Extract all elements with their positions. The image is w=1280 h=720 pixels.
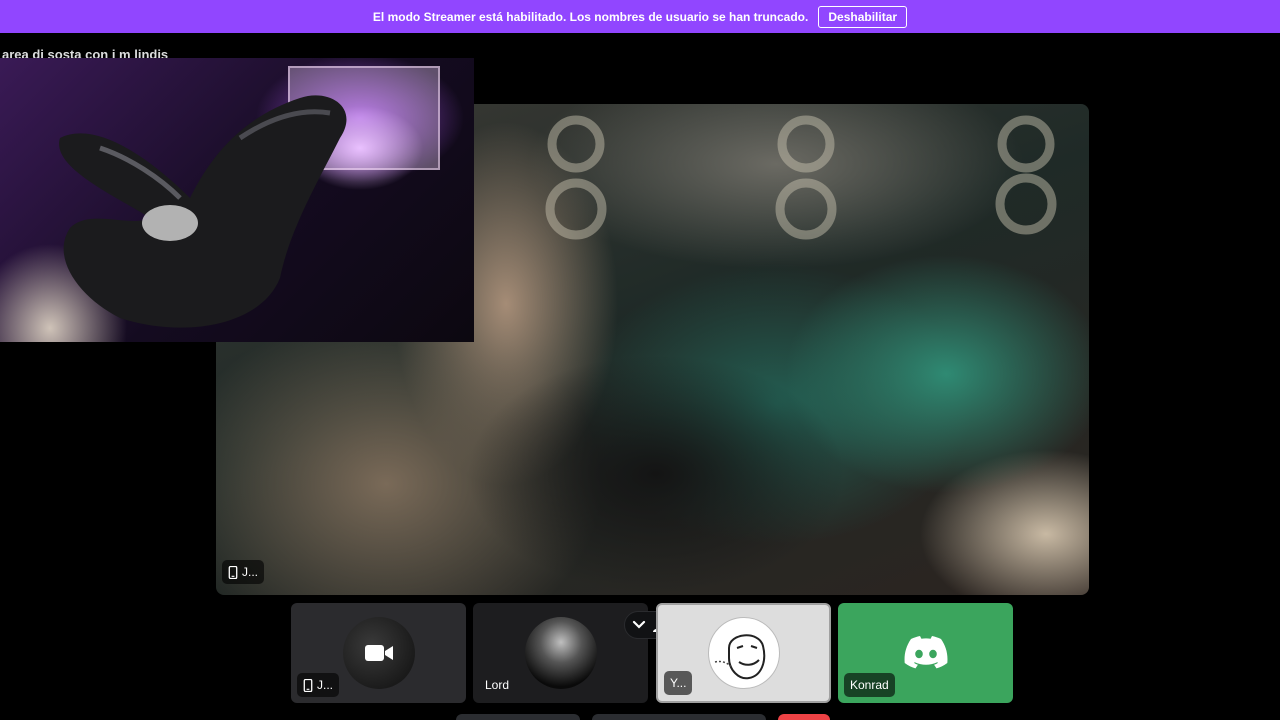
- control-button-partial[interactable]: [456, 714, 580, 720]
- chevron-down-icon: [632, 620, 646, 629]
- participant-name-tag: Lord: [479, 673, 515, 697]
- participant-name-tag: Y...: [664, 671, 693, 695]
- participant-tile-1[interactable]: J...: [291, 603, 466, 703]
- participant-name: J...: [317, 678, 334, 692]
- participant-name: Lord: [485, 678, 510, 692]
- stage-user-tag: J...: [222, 560, 265, 584]
- participant-avatar: [707, 617, 780, 689]
- participant-name: Y...: [670, 676, 687, 690]
- discord-logo-icon: [904, 636, 947, 669]
- picture-in-picture-stream[interactable]: [0, 58, 474, 342]
- participant-avatar: [890, 617, 962, 689]
- participant-name-tag: Konrad: [844, 673, 895, 697]
- gloved-hand-image: [59, 95, 347, 328]
- control-button-partial[interactable]: [592, 714, 766, 720]
- participant-name-tag: J...: [297, 673, 340, 697]
- participant-avatar: [524, 617, 597, 689]
- participant-tile-4[interactable]: Konrad: [838, 603, 1013, 703]
- fabric-pattern: [545, 115, 1057, 240]
- streamer-mode-banner: El modo Streamer está habilitado. Los no…: [0, 0, 1280, 33]
- meme-face-avatar-image: [714, 634, 765, 680]
- disconnect-button-partial[interactable]: [778, 714, 830, 720]
- dark-sleeve-shape: [466, 354, 846, 594]
- participant-tile-3[interactable]: Y...: [656, 603, 831, 703]
- participant-avatar: [342, 617, 415, 689]
- streamer-mode-message: El modo Streamer está habilitado. Los no…: [372, 9, 809, 24]
- disable-streamer-mode-button[interactable]: Deshabilitar: [818, 5, 908, 28]
- mobile-device-icon: [303, 678, 313, 692]
- stage-user-name: J...: [242, 565, 259, 579]
- participant-tile-2[interactable]: Lord: [473, 603, 648, 703]
- video-camera-icon: [364, 645, 393, 661]
- participant-name: Konrad: [850, 678, 889, 692]
- mobile-device-icon: [228, 565, 238, 579]
